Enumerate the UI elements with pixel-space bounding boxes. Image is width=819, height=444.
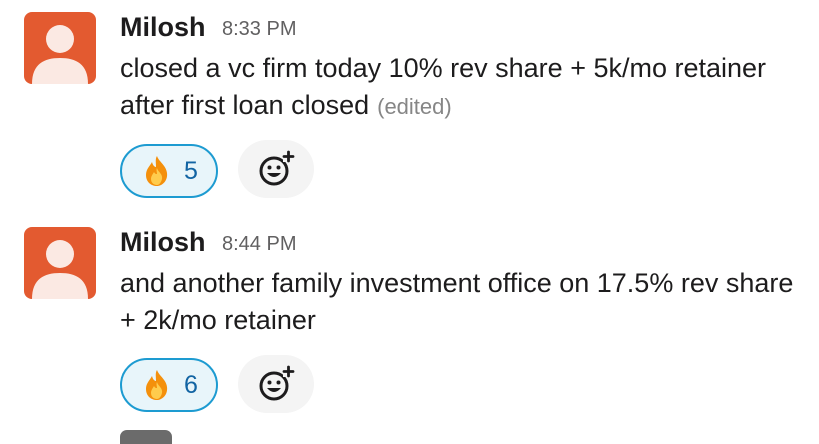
timestamp[interactable]: 8:44 PM [222, 229, 296, 259]
reaction-fire[interactable]: 5 [120, 144, 218, 198]
reaction-count: 6 [184, 371, 198, 399]
message-body: and another family investment office on … [120, 268, 794, 335]
message-text: closed a vc firm today 10% rev share + 5… [120, 50, 800, 125]
user-placeholder-icon [32, 25, 88, 84]
author-name[interactable]: Milosh [120, 227, 206, 257]
reaction-count: 5 [184, 157, 198, 185]
add-emoji-icon [259, 365, 295, 401]
add-reaction-button[interactable] [238, 140, 314, 198]
user-placeholder-icon [32, 240, 88, 299]
message-text: and another family investment office on … [120, 265, 800, 339]
reaction-fire[interactable]: 6 [120, 358, 218, 412]
add-reaction-button[interactable] [238, 355, 314, 413]
timestamp[interactable]: 8:33 PM [222, 14, 296, 44]
author-name[interactable]: Milosh [120, 12, 206, 42]
add-emoji-icon [259, 150, 295, 186]
edited-label: (edited) [377, 94, 452, 119]
next-message-avatar[interactable] [120, 430, 172, 444]
fire-emoji-icon [140, 368, 174, 402]
avatar[interactable] [24, 12, 96, 84]
fire-emoji-icon [140, 154, 174, 188]
avatar[interactable] [24, 227, 96, 299]
